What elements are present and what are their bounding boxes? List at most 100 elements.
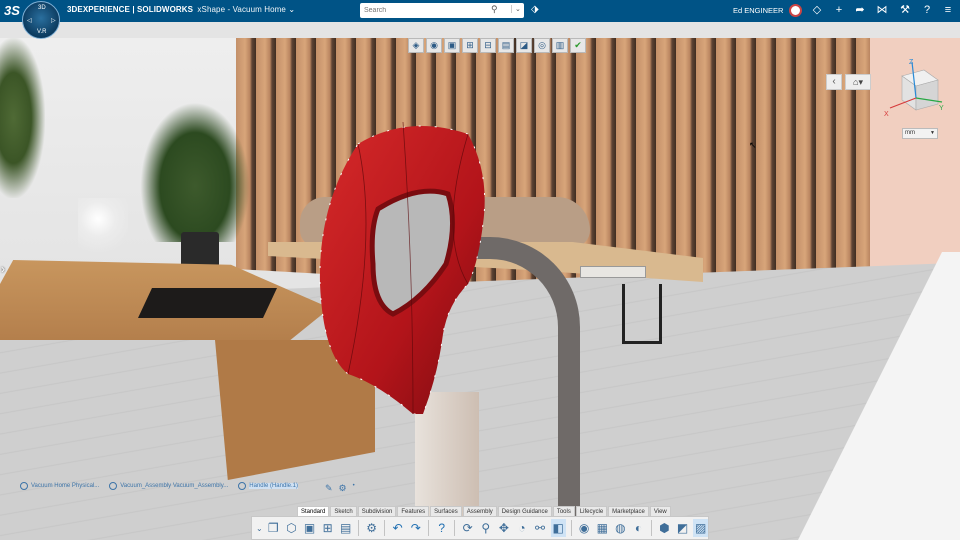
triad-cube-icon[interactable]: Z Y X: [884, 58, 944, 118]
display-mode-icon[interactable]: ⬢: [657, 519, 672, 537]
svg-text:Y: Y: [939, 105, 944, 112]
material-icon[interactable]: ◍: [613, 519, 628, 537]
breadcrumb-item[interactable]: Vacuum Home Physical...: [20, 480, 99, 492]
more-dot-icon[interactable]: •: [353, 483, 355, 494]
physical-product-icon: [20, 482, 28, 490]
scene-bench-leg: [622, 284, 662, 344]
help-icon[interactable]: ?: [434, 519, 449, 537]
save-with-options-icon[interactable]: ⊞: [320, 519, 335, 537]
chevron-down-icon[interactable]: ⌄: [288, 5, 295, 14]
compass-widget[interactable]: 3D ▷ ◁ V.R: [22, 1, 60, 39]
checkmark-icon[interactable]: ✔: [570, 38, 586, 53]
edit-part-icon[interactable]: ✎: [325, 483, 333, 494]
view-camera-icon[interactable]: ▣: [444, 38, 460, 53]
fit-all-icon[interactable]: ◈: [408, 38, 424, 53]
orientation-triad[interactable]: Z Y X: [884, 58, 944, 118]
document-title: xShape - Vacuum Home: [197, 5, 286, 14]
collapse-action-bar-icon[interactable]: ⌄: [256, 519, 263, 537]
scene-plant: [140, 102, 250, 242]
tab-lifecycle[interactable]: Lifecycle: [575, 506, 608, 516]
scene-hanging-plant: [0, 38, 45, 198]
tab-assembly[interactable]: Assembly: [462, 506, 497, 516]
expand-panel-arrow-icon[interactable]: ›: [1, 262, 5, 276]
zoom-in-out-icon[interactable]: ⚯: [533, 519, 548, 537]
avatar[interactable]: [789, 4, 802, 17]
app-title[interactable]: 3DEXPERIENCE | SOLIDWORKS xShape - Vacuu…: [67, 5, 295, 14]
compass-west[interactable]: ◁: [27, 17, 32, 24]
toolbar-separator: [384, 520, 386, 536]
unit-value: mm: [905, 130, 915, 136]
new-document-icon[interactable]: ❐: [266, 519, 281, 537]
settings-icon[interactable]: ⚙: [364, 519, 379, 537]
toolbar-separator: [651, 520, 652, 536]
tag-icon[interactable]: ⬗: [531, 4, 539, 15]
breadcrumb-label: Vacuum Home Physical...: [31, 483, 100, 489]
help-icon[interactable]: ?: [920, 3, 934, 17]
breadcrumb-item[interactable]: Vacuum_Assembly Vacuum_Assembly...: [109, 480, 228, 492]
zoom-area-icon[interactable]: ⊞: [462, 38, 478, 53]
view-cube-icon[interactable]: ◧: [550, 519, 566, 537]
scene-orchid: [78, 198, 128, 268]
network-icon[interactable]: ⋈: [875, 3, 889, 17]
svg-text:Z: Z: [909, 59, 914, 66]
search-options-dropdown[interactable]: ⌄: [511, 5, 521, 13]
tab-sketch[interactable]: Sketch: [330, 506, 357, 516]
forward-icon[interactable]: ➦: [853, 3, 867, 17]
tab-surfaces[interactable]: Surfaces: [430, 506, 462, 516]
share-icon[interactable]: ◇: [810, 3, 824, 17]
tab-marketplace[interactable]: Marketplace: [608, 506, 649, 516]
scene-book: [580, 266, 646, 278]
search-input[interactable]: [364, 4, 484, 17]
undo-icon[interactable]: ↶: [390, 519, 405, 537]
plus-icon[interactable]: +: [832, 3, 846, 17]
compass-east[interactable]: ▷: [51, 17, 56, 24]
tab-design-guidance[interactable]: Design Guidance: [497, 506, 552, 516]
look-at-icon[interactable]: ◔: [514, 519, 529, 537]
open-icon[interactable]: ⬡: [284, 519, 299, 537]
tab-view[interactable]: View: [649, 506, 671, 516]
brand-label: 3DEXPERIENCE | SOLIDWORKS: [67, 5, 194, 14]
compass-north[interactable]: 3D: [38, 5, 46, 11]
action-bar: ⌄ ❐ ⬡ ▣ ⊞ ▤ ⚙ ↶ ↷ ? ⟳ ⚲ ✥ ◔ ⚯ ◧ ◉ ▦ ◍ ◐ …: [251, 516, 709, 540]
appearance-icon[interactable]: ◎: [534, 38, 550, 53]
toolbar-separator: [428, 520, 430, 536]
zoom-icon[interactable]: ⚲: [478, 519, 493, 537]
tools-icon[interactable]: ⚒: [898, 3, 912, 17]
previous-view-button[interactable]: ‹: [826, 74, 842, 90]
properties-icon[interactable]: ▤: [338, 519, 353, 537]
breadcrumb-item[interactable]: Handle (Handle.1): [238, 480, 298, 492]
view-settings-icon[interactable]: ▥: [552, 38, 568, 53]
tab-tools[interactable]: Tools: [552, 506, 575, 516]
measure-icon[interactable]: ▦: [595, 519, 610, 537]
tab-subdivision[interactable]: Subdivision: [357, 506, 397, 516]
render-icon[interactable]: ◐: [631, 519, 646, 537]
rotate-view-icon[interactable]: ⟳: [460, 519, 475, 537]
assembly-icon: [109, 482, 118, 490]
vacuum-handle-subd[interactable]: [318, 114, 490, 415]
breadcrumb-label: Vacuum_Assembly Vacuum_Assembly...: [120, 483, 229, 489]
tab-standard[interactable]: Standard: [297, 506, 330, 516]
look-icon[interactable]: ◉: [577, 519, 592, 537]
save-icon[interactable]: ▣: [302, 519, 317, 537]
search-icon[interactable]: ⚲: [491, 4, 498, 15]
user-name[interactable]: Ed ENGINEER: [733, 6, 783, 15]
unit-select[interactable]: mm ▼: [902, 128, 938, 139]
tab-features[interactable]: Features: [397, 506, 430, 516]
view-cube-dropdown[interactable]: ⌂▾: [845, 74, 871, 90]
scene-tray: [138, 288, 277, 318]
ds-logo[interactable]: 3S: [4, 3, 20, 18]
hide-show-icon[interactable]: ◪: [516, 38, 532, 53]
3d-viewport[interactable]: ◈ ◉ ▣ ⊞ ⊟ ▤ ◪ ◎ ▥ ✔ › ‹ ⌂▾ Z Y X mm ▼ ↖: [0, 22, 960, 540]
menu-icon[interactable]: ≡: [941, 3, 955, 17]
display-style-icon[interactable]: ▤: [498, 38, 514, 53]
vacuum-handle-shape[interactable]: [318, 114, 490, 415]
chevron-down-icon: ▼: [930, 130, 935, 136]
redo-icon[interactable]: ↷: [408, 519, 423, 537]
pan-icon[interactable]: ✥: [496, 519, 511, 537]
shading-icon[interactable]: ◩: [675, 519, 690, 537]
view-orientation-icon[interactable]: ◉: [426, 38, 442, 53]
image-capture-icon[interactable]: ▨: [693, 519, 709, 537]
section-view-icon[interactable]: ⊟: [480, 38, 496, 53]
settings-gear-icon[interactable]: ⚙: [339, 483, 347, 494]
compass-south[interactable]: V.R: [37, 29, 46, 35]
